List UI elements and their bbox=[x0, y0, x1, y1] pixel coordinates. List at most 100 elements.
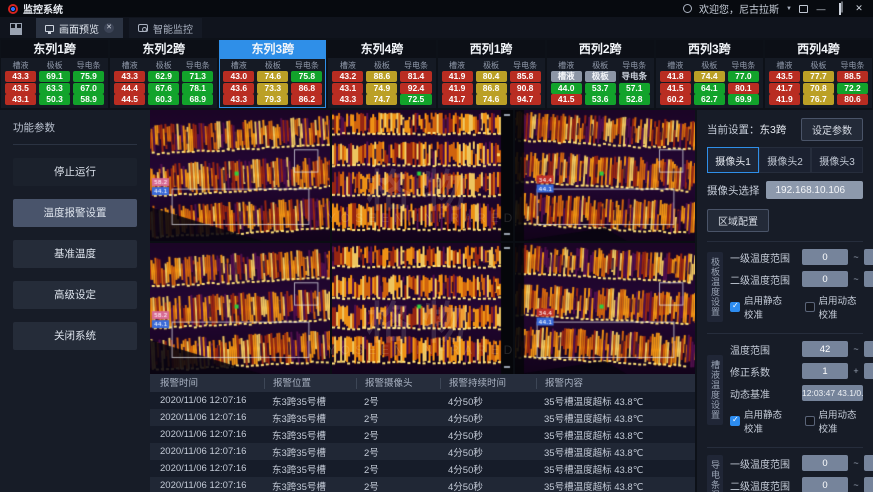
camera-ip-input[interactable] bbox=[766, 181, 864, 199]
thermal-image-3[interactable] bbox=[515, 110, 695, 241]
fullscreen-icon[interactable] bbox=[799, 5, 808, 13]
camera-tab-2[interactable]: 摄像头2 bbox=[759, 147, 811, 173]
column-header-label: 导电条 bbox=[728, 60, 759, 71]
thermal-image-1[interactable] bbox=[150, 110, 330, 241]
span-table-headers: 槽液极板导电条 bbox=[5, 60, 104, 71]
temp-row: 44.560.368.9 bbox=[114, 94, 213, 105]
range-max-field[interactable] bbox=[864, 271, 873, 287]
temp-row: 43.369.175.9 bbox=[5, 71, 104, 82]
thermal-image-4[interactable] bbox=[150, 243, 330, 374]
divider bbox=[707, 241, 863, 242]
range-min-field[interactable] bbox=[802, 363, 848, 379]
range-min-field[interactable] bbox=[802, 341, 848, 357]
checkbox-item[interactable]: 启用动态校准 bbox=[805, 293, 864, 321]
temp-cell: 53.7 bbox=[585, 83, 616, 94]
thermal-view-1[interactable] bbox=[150, 110, 330, 241]
temp-cell: 69.9 bbox=[728, 94, 759, 105]
close-button[interactable]: ✕ bbox=[853, 3, 865, 14]
temp-cell: 75.8 bbox=[291, 71, 322, 82]
range-separator: ~ bbox=[848, 458, 864, 468]
camera-select-row: 摄像头选择 bbox=[707, 181, 863, 199]
span-tab-3[interactable]: 东列3跨 bbox=[219, 40, 326, 58]
temp-row: 43.362.971.3 bbox=[114, 71, 213, 82]
column-header-label: 导电条 bbox=[837, 60, 868, 71]
region-config-button[interactable]: 区域配置 bbox=[707, 209, 769, 232]
home-grid-icon[interactable] bbox=[10, 23, 20, 33]
temp-cell: 41.9 bbox=[769, 94, 800, 105]
range-max-field[interactable] bbox=[864, 249, 873, 265]
section-title-vertical: 极板温度设置 bbox=[707, 252, 723, 322]
sidebar-button-3[interactable]: 基准温度 bbox=[13, 240, 137, 268]
checkbox-icon[interactable] bbox=[730, 302, 740, 312]
thermal-view-3[interactable] bbox=[515, 110, 695, 241]
temp-cell: 43.5 bbox=[769, 71, 800, 82]
range-min-field[interactable] bbox=[802, 477, 848, 492]
temp-cell: 72.5 bbox=[400, 94, 431, 105]
tab-screen-preview[interactable]: 画面预览 ✕ bbox=[36, 18, 123, 38]
setting-row: 二级温度范围~ bbox=[730, 477, 863, 492]
thermal-view-5[interactable] bbox=[332, 243, 512, 374]
temp-row: 43.374.772.5 bbox=[332, 94, 431, 105]
settings-section-2: 槽液温度设置温度范围~修正系数+动态基准启用静态校准启用动态校准 bbox=[707, 341, 863, 438]
span-tab-5[interactable]: 西列1跨 bbox=[438, 40, 545, 58]
sidebar-button-5[interactable]: 关闭系统 bbox=[13, 322, 137, 350]
user-menu-caret-icon[interactable]: ▼ bbox=[786, 6, 792, 12]
alarm-cell: 35号槽温度超标 43.8℃ bbox=[536, 428, 695, 442]
temp-row: 43.174.992.4 bbox=[332, 83, 431, 94]
thermal-image-5[interactable] bbox=[332, 243, 512, 374]
range-min-field[interactable] bbox=[802, 455, 848, 471]
range-max-field[interactable] bbox=[864, 477, 873, 492]
range-min-field[interactable] bbox=[802, 271, 848, 287]
range-min-field[interactable] bbox=[802, 249, 848, 265]
span-tab-7[interactable]: 西列3跨 bbox=[656, 40, 763, 58]
span-column-6: 西列2跨槽液极板导电条槽液极板导电条44.053.757.141.553.652… bbox=[547, 40, 654, 108]
alarm-cell: 2020/11/06 12:07:16 bbox=[160, 463, 264, 474]
span-table-headers: 槽液极板导电条 bbox=[332, 60, 431, 71]
temp-cell: 44.4 bbox=[114, 83, 145, 94]
temp-row: 41.986.890.8 bbox=[442, 83, 541, 94]
thermal-view-6[interactable] bbox=[515, 243, 695, 374]
thermal-image-2[interactable] bbox=[332, 110, 512, 241]
checkbox-icon[interactable] bbox=[805, 416, 815, 426]
minimize-button[interactable]: — bbox=[815, 4, 827, 14]
tab-smart-monitor[interactable]: 智能监控 bbox=[129, 18, 202, 38]
span-tab-4[interactable]: 东列4跨 bbox=[328, 40, 435, 58]
thermal-image-6[interactable] bbox=[515, 243, 695, 374]
setting-row: 修正系数+ bbox=[730, 363, 863, 379]
column-header-label: 槽液 bbox=[114, 60, 145, 71]
span-tab-6[interactable]: 西列2跨 bbox=[547, 40, 654, 58]
thermal-view-2[interactable] bbox=[332, 110, 512, 241]
temp-cell: 68.9 bbox=[182, 94, 213, 105]
thermal-view-4[interactable] bbox=[150, 243, 330, 374]
checkbox-item[interactable]: 启用静态校准 bbox=[730, 407, 789, 435]
temp-cell: 43.5 bbox=[5, 83, 36, 94]
monitor-icon bbox=[45, 25, 54, 32]
maximize-button[interactable] bbox=[834, 4, 846, 14]
tab-close-icon[interactable]: ✕ bbox=[104, 23, 114, 33]
temp-cell: 41.7 bbox=[769, 83, 800, 94]
range-max-field[interactable] bbox=[864, 363, 873, 379]
column-header-label: 极板 bbox=[257, 60, 288, 71]
sidebar-button-2[interactable]: 温度报警设置 bbox=[13, 199, 137, 227]
checkbox-icon[interactable] bbox=[730, 416, 740, 426]
span-tab-8[interactable]: 西列4跨 bbox=[765, 40, 872, 58]
camera-tab-1[interactable]: 摄像头1 bbox=[707, 147, 759, 173]
user-greeting[interactable]: 欢迎您，尼古拉斯 bbox=[699, 1, 779, 16]
camera-tab-3[interactable]: 摄像头3 bbox=[811, 147, 863, 173]
range-max-field[interactable] bbox=[864, 341, 873, 357]
dynamic-baseline-field[interactable] bbox=[802, 385, 863, 401]
sidebar-button-4[interactable]: 高级设定 bbox=[13, 281, 137, 309]
current-setting-row: 当前设置：东3跨设定参数 bbox=[707, 118, 863, 140]
span-temp-table: 槽液极板导电条43.288.681.443.174.992.443.374.77… bbox=[328, 58, 435, 108]
span-tab-2[interactable]: 东列2跨 bbox=[110, 40, 217, 58]
set-params-button[interactable]: 设定参数 bbox=[801, 118, 863, 141]
alarm-column-header: 报警位置 bbox=[264, 378, 356, 389]
temp-cell: 43.3 bbox=[332, 94, 363, 105]
checkbox-item[interactable]: 启用动态校准 bbox=[805, 407, 864, 435]
sidebar-button-1[interactable]: 停止运行 bbox=[13, 158, 137, 186]
checkbox-icon[interactable] bbox=[805, 302, 815, 312]
checkbox-item[interactable]: 启用静态校准 bbox=[730, 293, 789, 321]
span-tab-1[interactable]: 东列1跨 bbox=[1, 40, 108, 58]
range-max-field[interactable] bbox=[864, 455, 873, 471]
setting-row: 一级温度范围~ bbox=[730, 455, 863, 471]
